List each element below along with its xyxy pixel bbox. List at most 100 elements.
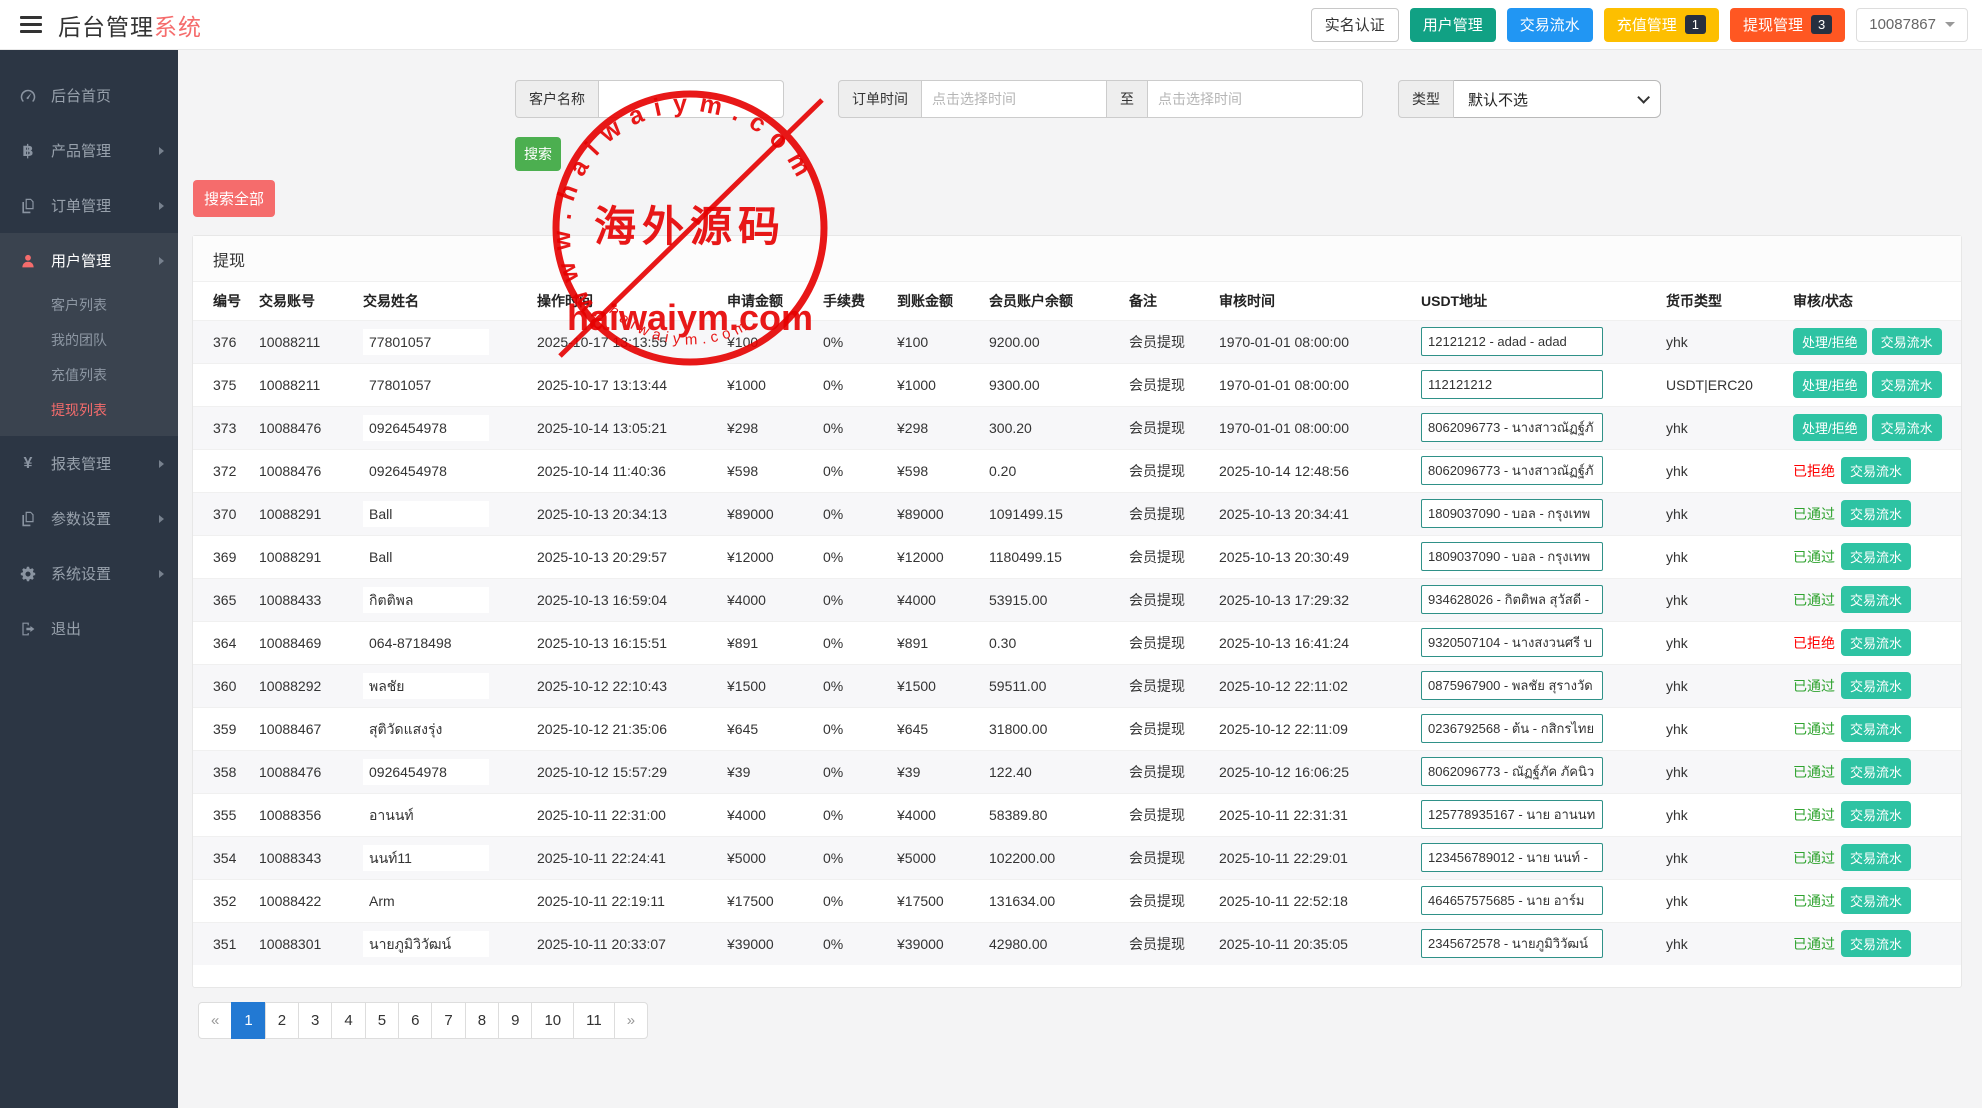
- sidebar-item[interactable]: 参数设置: [0, 491, 178, 546]
- balance-cell: 31800.00: [981, 707, 1121, 750]
- op-time-cell: 2025-10-11 22:24:41: [529, 836, 719, 879]
- usdt-address-input[interactable]: [1421, 413, 1603, 442]
- trade-name-box[interactable]: กิตติพล: [363, 587, 489, 613]
- amount-cell: ¥39000: [719, 922, 815, 965]
- trade-name-box[interactable]: อานนท์: [363, 802, 489, 828]
- topbar-button-green[interactable]: 用户管理: [1410, 8, 1496, 42]
- usdt-address-input[interactable]: [1421, 628, 1603, 657]
- trade-name-box[interactable]: สุติวัดแสงรุ่ง: [363, 716, 489, 742]
- trade-flow-button[interactable]: 交易流水: [1841, 457, 1911, 484]
- table-row: 35510088356อานนท์2025-10-11 22:31:00¥400…: [193, 793, 1961, 836]
- page-button-2[interactable]: 2: [265, 1002, 299, 1039]
- status-badge: 已通过: [1793, 506, 1835, 522]
- trade-flow-button[interactable]: 交易流水: [1841, 801, 1911, 828]
- page-button-3[interactable]: 3: [298, 1002, 332, 1039]
- trade-flow-button[interactable]: 交易流水: [1841, 758, 1911, 785]
- trade-flow-button[interactable]: 交易流水: [1841, 586, 1911, 613]
- trade-flow-button[interactable]: 交易流水: [1841, 629, 1911, 656]
- sidebar-subitem[interactable]: 提现列表: [0, 393, 178, 428]
- name-cell: อานนท์: [355, 793, 529, 836]
- search-all-button[interactable]: 搜索全部: [193, 180, 275, 217]
- trade-flow-button[interactable]: 交易流水: [1872, 328, 1942, 355]
- topbar-button-yellow[interactable]: 充值管理1: [1604, 8, 1719, 42]
- sidebar-item[interactable]: ฿产品管理: [0, 123, 178, 178]
- topbar-button-orange[interactable]: 提现管理3: [1730, 8, 1845, 42]
- sidebar-item[interactable]: ¥报表管理: [0, 436, 178, 491]
- trade-name-box[interactable]: 064-8718498: [363, 630, 489, 656]
- page-button-7[interactable]: 7: [431, 1002, 465, 1039]
- trade-name-box[interactable]: Ball: [363, 501, 489, 527]
- start-time-input[interactable]: [922, 80, 1107, 118]
- trade-name-box[interactable]: 0926454978: [363, 759, 489, 785]
- next-page-button[interactable]: »: [614, 1002, 648, 1039]
- usdt-address-input[interactable]: [1421, 757, 1603, 786]
- column-header: 货币类型: [1658, 282, 1785, 320]
- usdt-address-input[interactable]: [1421, 843, 1603, 872]
- trade-flow-button[interactable]: 交易流水: [1872, 414, 1942, 441]
- usdt-address-input[interactable]: [1421, 929, 1603, 958]
- process-reject-button[interactable]: 处理/拒绝: [1793, 371, 1867, 398]
- search-button[interactable]: 搜索: [515, 137, 561, 171]
- usdt-address-input[interactable]: [1421, 456, 1603, 485]
- trade-flow-button[interactable]: 交易流水: [1841, 887, 1911, 914]
- trade-name-box[interactable]: 77801057: [363, 372, 489, 398]
- sidebar-item[interactable]: 退出: [0, 601, 178, 656]
- type-select[interactable]: 默认不选: [1454, 80, 1661, 118]
- trade-name-box[interactable]: Ball: [363, 544, 489, 570]
- trade-name-box[interactable]: นนท์11: [363, 845, 489, 871]
- usdt-address-input[interactable]: [1421, 542, 1603, 571]
- sidebar-item[interactable]: 系统设置: [0, 546, 178, 601]
- page-button-11[interactable]: 11: [573, 1002, 615, 1039]
- row-id-cell: 354: [193, 836, 251, 879]
- sidebar-subitem[interactable]: 充值列表: [0, 358, 178, 393]
- usdt-address-input[interactable]: [1421, 671, 1603, 700]
- usdt-address-input[interactable]: [1421, 886, 1603, 915]
- page-button-5[interactable]: 5: [365, 1002, 399, 1039]
- trade-flow-button[interactable]: 交易流水: [1872, 371, 1942, 398]
- column-header: 审核时间: [1211, 282, 1413, 320]
- user-menu[interactable]: 10087867: [1856, 8, 1968, 42]
- usdt-address-input[interactable]: [1421, 327, 1603, 356]
- menu-toggle-icon[interactable]: [20, 16, 42, 33]
- trade-name-box[interactable]: 0926454978: [363, 458, 489, 484]
- trade-name-box[interactable]: นายภูมิวิวัฒน์: [363, 931, 489, 957]
- trade-flow-button[interactable]: 交易流水: [1841, 844, 1911, 871]
- amount-cell: ¥100: [719, 320, 815, 363]
- trade-flow-button[interactable]: 交易流水: [1841, 930, 1911, 957]
- sidebar-item[interactable]: 用户管理: [0, 233, 178, 288]
- topbar-button-blue[interactable]: 交易流水: [1507, 8, 1593, 42]
- usdt-address-input[interactable]: [1421, 370, 1603, 399]
- trade-name-box[interactable]: 0926454978: [363, 415, 489, 441]
- trade-name-box[interactable]: พลชัย: [363, 673, 489, 699]
- page-button-6[interactable]: 6: [398, 1002, 432, 1039]
- page-button-8[interactable]: 8: [465, 1002, 499, 1039]
- trade-flow-button[interactable]: 交易流水: [1841, 715, 1911, 742]
- page-button-1[interactable]: 1: [231, 1002, 265, 1039]
- page-button-10[interactable]: 10: [531, 1002, 574, 1039]
- usdt-address-input[interactable]: [1421, 499, 1603, 528]
- usdt-address-input[interactable]: [1421, 800, 1603, 829]
- page-button-4[interactable]: 4: [331, 1002, 365, 1039]
- sidebar-item[interactable]: 订单管理: [0, 178, 178, 233]
- process-reject-button[interactable]: 处理/拒绝: [1793, 328, 1867, 355]
- trade-flow-button[interactable]: 交易流水: [1841, 543, 1911, 570]
- remark-cell: 会员提现: [1121, 492, 1211, 535]
- prev-page-button[interactable]: «: [198, 1002, 232, 1039]
- trade-flow-button[interactable]: 交易流水: [1841, 500, 1911, 527]
- sidebar-item[interactable]: 后台首页: [0, 68, 178, 123]
- topbar-button-plain[interactable]: 实名认证: [1311, 8, 1399, 42]
- audit-time-cell: 2025-10-12 16:06:25: [1211, 750, 1413, 793]
- trade-name-box[interactable]: Arm: [363, 888, 489, 914]
- customer-name-input[interactable]: [599, 80, 784, 118]
- sidebar-item-label: 订单管理: [51, 195, 111, 216]
- page-button-9[interactable]: 9: [498, 1002, 532, 1039]
- trade-flow-button[interactable]: 交易流水: [1841, 672, 1911, 699]
- trade-name-box[interactable]: 77801057: [363, 329, 489, 355]
- orders-icon: [18, 198, 38, 214]
- process-reject-button[interactable]: 处理/拒绝: [1793, 414, 1867, 441]
- usdt-address-input[interactable]: [1421, 585, 1603, 614]
- sidebar-subitem[interactable]: 我的团队: [0, 323, 178, 358]
- usdt-address-input[interactable]: [1421, 714, 1603, 743]
- sidebar-subitem[interactable]: 客户列表: [0, 288, 178, 323]
- end-time-input[interactable]: [1148, 80, 1363, 118]
